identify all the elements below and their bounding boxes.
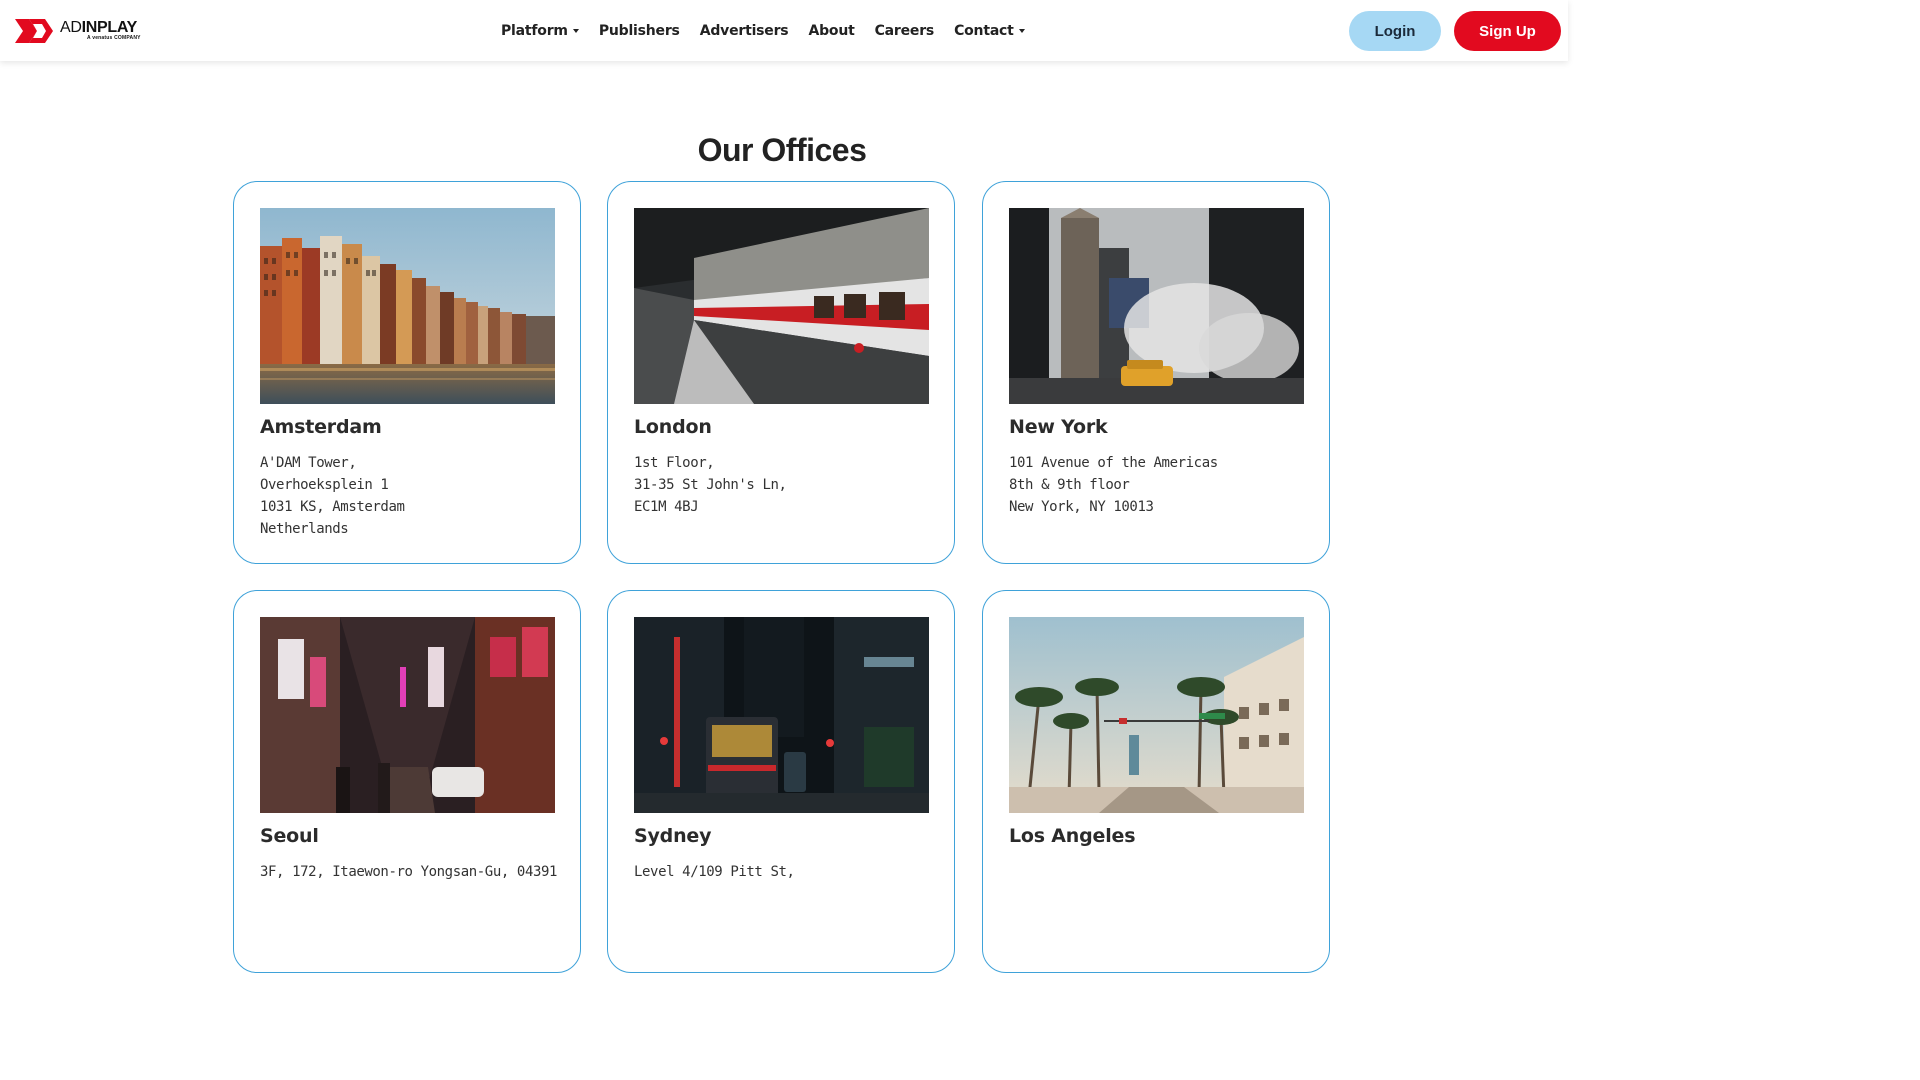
palm-boulevard-photo — [1009, 617, 1304, 813]
caret-down-icon — [572, 29, 579, 33]
office-address: 1st Floor, 31-35 St John's Ln, EC1M 4BJ — [634, 452, 787, 518]
underground-train-photo — [634, 208, 929, 404]
site-header: ADINPLAY A venatus COMPANY Platform Publ… — [0, 0, 1568, 61]
nav-item-about[interactable]: About — [808, 23, 854, 39]
address-line: 3F, 172, Itaewon-ro Yongsan-Gu, 04391 — [260, 864, 558, 880]
nav-item-contact[interactable]: Contact — [954, 23, 1025, 39]
office-address: A'DAM Tower, Overhoeksplein 1 1031 KS, A… — [260, 452, 405, 540]
nav-label: About — [808, 23, 855, 39]
logo-mark-icon — [15, 19, 53, 43]
caret-down-icon — [1018, 29, 1025, 33]
canal-houses-photo — [260, 208, 555, 404]
office-city-name: Los Angeles — [1009, 825, 1136, 847]
address-line: 101 Avenue of the Americas — [1009, 455, 1218, 471]
nav-label: Contact — [954, 23, 1014, 39]
street-steam-taxi-photo — [1009, 208, 1304, 404]
office-city-name: New York — [1009, 416, 1108, 438]
address-line: 1031 KS, Amsterdam — [260, 499, 405, 515]
nav-item-advertisers[interactable]: Advertisers — [700, 23, 789, 39]
signup-button[interactable]: Sign Up — [1454, 11, 1561, 51]
nav-label: Publishers — [598, 23, 680, 39]
address-line: 8th & 9th floor — [1009, 477, 1130, 493]
office-card-amsterdam: Amsterdam A'DAM Tower, Overhoeksplein 1 … — [233, 181, 581, 564]
neon-alley-photo — [260, 617, 555, 813]
nav-label: Advertisers — [699, 23, 789, 39]
address-line: EC1M 4BJ — [634, 499, 699, 515]
logo-subtitle: A venatus COMPANY — [87, 35, 141, 41]
nav-item-publishers[interactable]: Publishers — [599, 23, 680, 39]
address-line: Netherlands — [260, 521, 349, 537]
office-card-los-angeles: Los Angeles — [982, 590, 1330, 973]
main-nav: Platform Publishers Advertisers About Ca… — [501, 21, 1045, 41]
address-line: Overhoeksplein 1 — [260, 477, 389, 493]
address-line: Level 4/109 Pitt St, — [634, 864, 795, 880]
address-line: New York, NY 10013 — [1009, 499, 1154, 515]
office-city-name: Seoul — [260, 825, 319, 847]
login-button[interactable]: Login — [1349, 11, 1441, 51]
adinplay-logo[interactable]: ADINPLAY A venatus COMPANY — [15, 17, 155, 45]
nav-label: Careers — [874, 23, 935, 39]
office-address: 101 Avenue of the Americas 8th & 9th flo… — [1009, 452, 1218, 518]
address-line: 31-35 St John's Ln, — [634, 477, 787, 493]
nav-label: Platform — [501, 23, 568, 39]
nav-item-careers[interactable]: Careers — [874, 23, 935, 39]
nav-item-platform[interactable]: Platform — [501, 23, 579, 39]
office-card-new-york: New York 101 Avenue of the Americas 8th … — [982, 181, 1330, 564]
office-address: 3F, 172, Itaewon-ro Yongsan-Gu, 04391 — [260, 861, 557, 883]
office-city-name: London — [634, 416, 712, 438]
page-title: Our Offices — [697, 132, 867, 168]
office-card-london: London 1st Floor, 31-35 St John's Ln, EC… — [607, 181, 955, 564]
office-city-name: Amsterdam — [260, 416, 382, 438]
office-card-seoul: Seoul 3F, 172, Itaewon-ro Yongsan-Gu, 04… — [233, 590, 581, 973]
office-card-sydney: Sydney Level 4/109 Pitt St, — [607, 590, 955, 973]
night-tram-street-photo — [634, 617, 929, 813]
office-city-name: Sydney — [634, 825, 712, 847]
address-line: A'DAM Tower, — [260, 455, 357, 471]
address-line: 1st Floor, — [634, 455, 715, 471]
office-address: Level 4/109 Pitt St, — [634, 861, 795, 883]
